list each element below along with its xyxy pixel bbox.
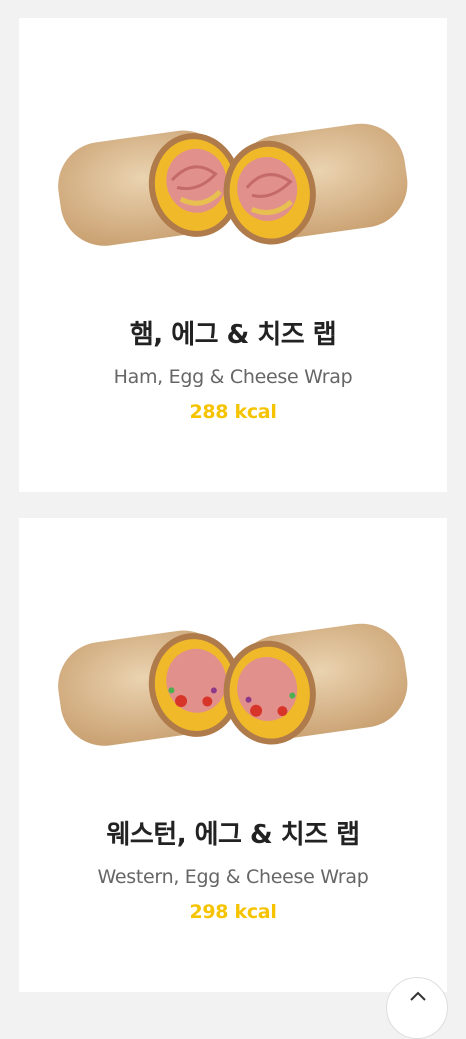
item-name-english: Ham, Egg & Cheese Wrap <box>113 366 353 388</box>
western-egg-cheese-wrap-image <box>58 623 408 746</box>
menu-card[interactable]: 웨스턴, 에그 & 치즈 랩 Western, Egg & Cheese Wra… <box>19 518 447 992</box>
scroll-to-top-button[interactable] <box>386 977 448 1039</box>
item-name-english: Western, Egg & Cheese Wrap <box>97 866 369 888</box>
item-name-korean: 웨스턴, 에그 & 치즈 랩 <box>106 820 360 850</box>
menu-list: 햄, 에그 & 치즈 랩 Ham, Egg & Cheese Wrap 288 … <box>19 18 447 1018</box>
chevron-up-icon <box>410 991 426 1001</box>
menu-card[interactable]: 햄, 에그 & 치즈 랩 Ham, Egg & Cheese Wrap 288 … <box>19 18 447 492</box>
ham-egg-cheese-wrap-image <box>58 123 408 246</box>
item-calories: 288 kcal <box>189 401 277 423</box>
item-calories: 298 kcal <box>189 901 277 923</box>
item-name-korean: 햄, 에그 & 치즈 랩 <box>129 320 337 350</box>
